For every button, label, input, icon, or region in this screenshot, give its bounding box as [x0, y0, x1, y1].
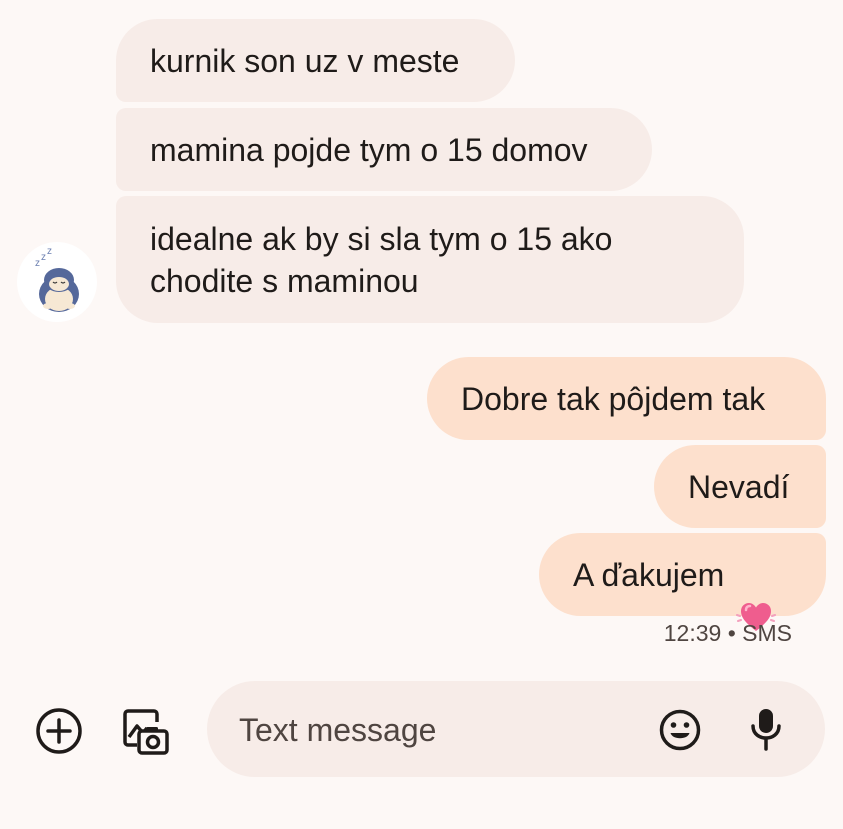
message-timestamp: 12:39 • SMS [663, 620, 792, 646]
emoji-button[interactable] [658, 708, 702, 752]
contact-avatar[interactable]: z z z [17, 242, 97, 322]
pink-heart-icon [736, 555, 777, 631]
message-text: idealne ak by si sla tym o 15 ako chodit… [150, 220, 613, 299]
outgoing-message[interactable]: Dobre tak pôjdem tak [427, 357, 826, 440]
message-composer [207, 681, 825, 777]
voice-input-button[interactable] [744, 705, 788, 753]
svg-text:z: z [41, 252, 46, 263]
gallery-camera-icon [123, 709, 169, 755]
text-message-input[interactable] [237, 705, 641, 755]
message-text: Dobre tak pôjdem tak [461, 380, 766, 417]
emoji-icon [659, 709, 701, 751]
incoming-message[interactable]: idealne ak by si sla tym o 15 ako chodit… [116, 196, 744, 323]
gallery-button[interactable] [116, 703, 172, 759]
attach-button[interactable] [33, 705, 85, 757]
outgoing-message[interactable]: A ďakujem [539, 533, 826, 631]
message-text: kurnik son uz v meste [150, 42, 460, 79]
add-circle-icon [36, 708, 82, 754]
incoming-message[interactable]: mamina pojde tym o 15 domov [116, 108, 652, 191]
outgoing-message[interactable]: Nevadí [654, 445, 826, 528]
svg-text:z: z [35, 258, 40, 269]
sleeping-character-avatar: z z z [35, 246, 79, 312]
svg-text:z: z [47, 246, 52, 257]
incoming-message[interactable]: kurnik son uz v meste [116, 19, 515, 102]
message-text: mamina pojde tym o 15 domov [150, 131, 588, 168]
message-text: Nevadí [688, 468, 790, 505]
microphone-icon [751, 709, 781, 751]
message-text: A ďakujem [573, 556, 725, 593]
